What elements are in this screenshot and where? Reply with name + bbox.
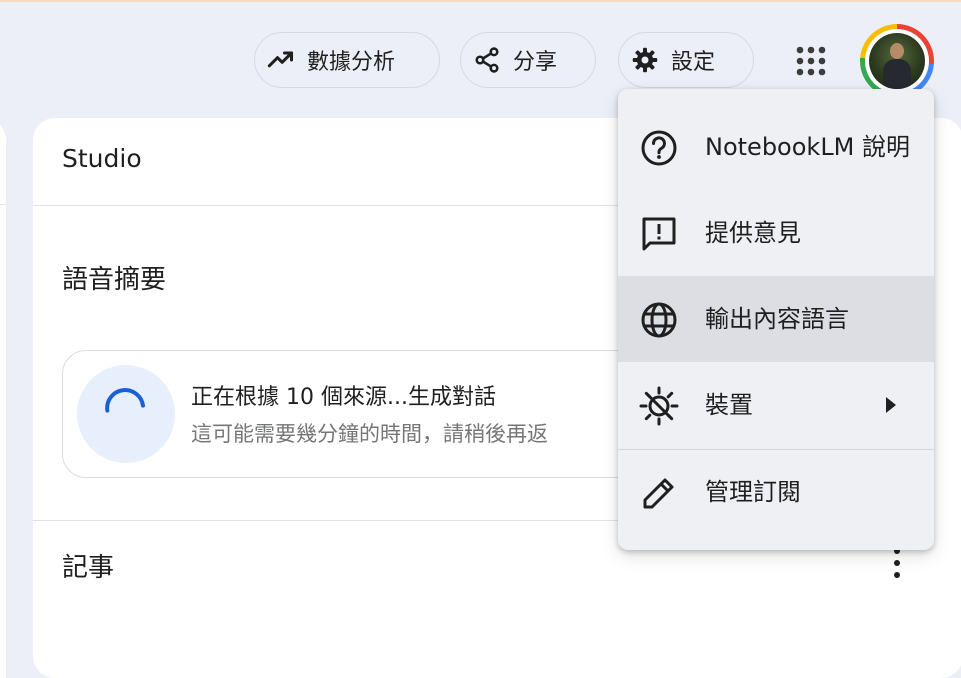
loading-spinner [77,365,175,463]
menu-item-label: 輸出內容語言 [705,305,849,333]
gear-icon [632,47,658,73]
analytics-button[interactable]: 數據分析 [254,32,440,88]
feedback-icon [642,217,676,251]
sources-panel-edge [0,118,6,678]
menu-item-label: 提供意見 [705,219,801,247]
account-avatar[interactable] [860,24,934,98]
help-icon [641,130,677,166]
submenu-arrow-icon [886,397,896,413]
menu-item-output-language[interactable]: 輸出內容語言 [618,276,934,362]
menu-item-device[interactable]: 裝置 [618,362,934,448]
globe-icon [641,302,677,338]
menu-item-help[interactable]: NotebookLM 說明 [618,104,934,190]
settings-label: 設定 [671,50,716,75]
share-icon [475,47,499,73]
generating-title: 正在根據 10 個來源...生成對話 [191,385,496,410]
menu-item-label: NotebookLM 說明 [705,133,911,161]
analytics-label: 數據分析 [307,50,396,75]
spinner-arc-icon [105,388,145,413]
pencil-icon [643,478,674,509]
share-button[interactable]: 分享 [460,32,596,88]
avatar-photo [869,33,925,89]
studio-title: Studio [62,144,142,173]
device-theme-icon [639,386,679,426]
settings-button[interactable]: 設定 [618,32,754,88]
menu-item-feedback[interactable]: 提供意見 [618,190,934,276]
notes-title: 記事 [62,553,115,583]
trending-up-icon [267,51,294,68]
menu-item-manage-subscription[interactable]: 管理訂閱 [618,449,934,535]
more-options-icon[interactable] [889,548,905,582]
audio-overview-title: 語音摘要 [62,265,167,295]
apps-grid-icon[interactable] [795,45,827,77]
sources-panel-divider [0,204,6,205]
menu-item-label: 裝置 [705,391,753,419]
menu-item-label: 管理訂閱 [705,478,801,506]
settings-menu: NotebookLM 說明 提供意見 輸出內容語言 裝置 管理訂閱 [618,89,934,550]
top-accent-line [0,0,961,2]
generating-subtitle: 這可能需要幾分鐘的時間，請稍後再返 [191,422,548,446]
share-label: 分享 [513,50,558,75]
